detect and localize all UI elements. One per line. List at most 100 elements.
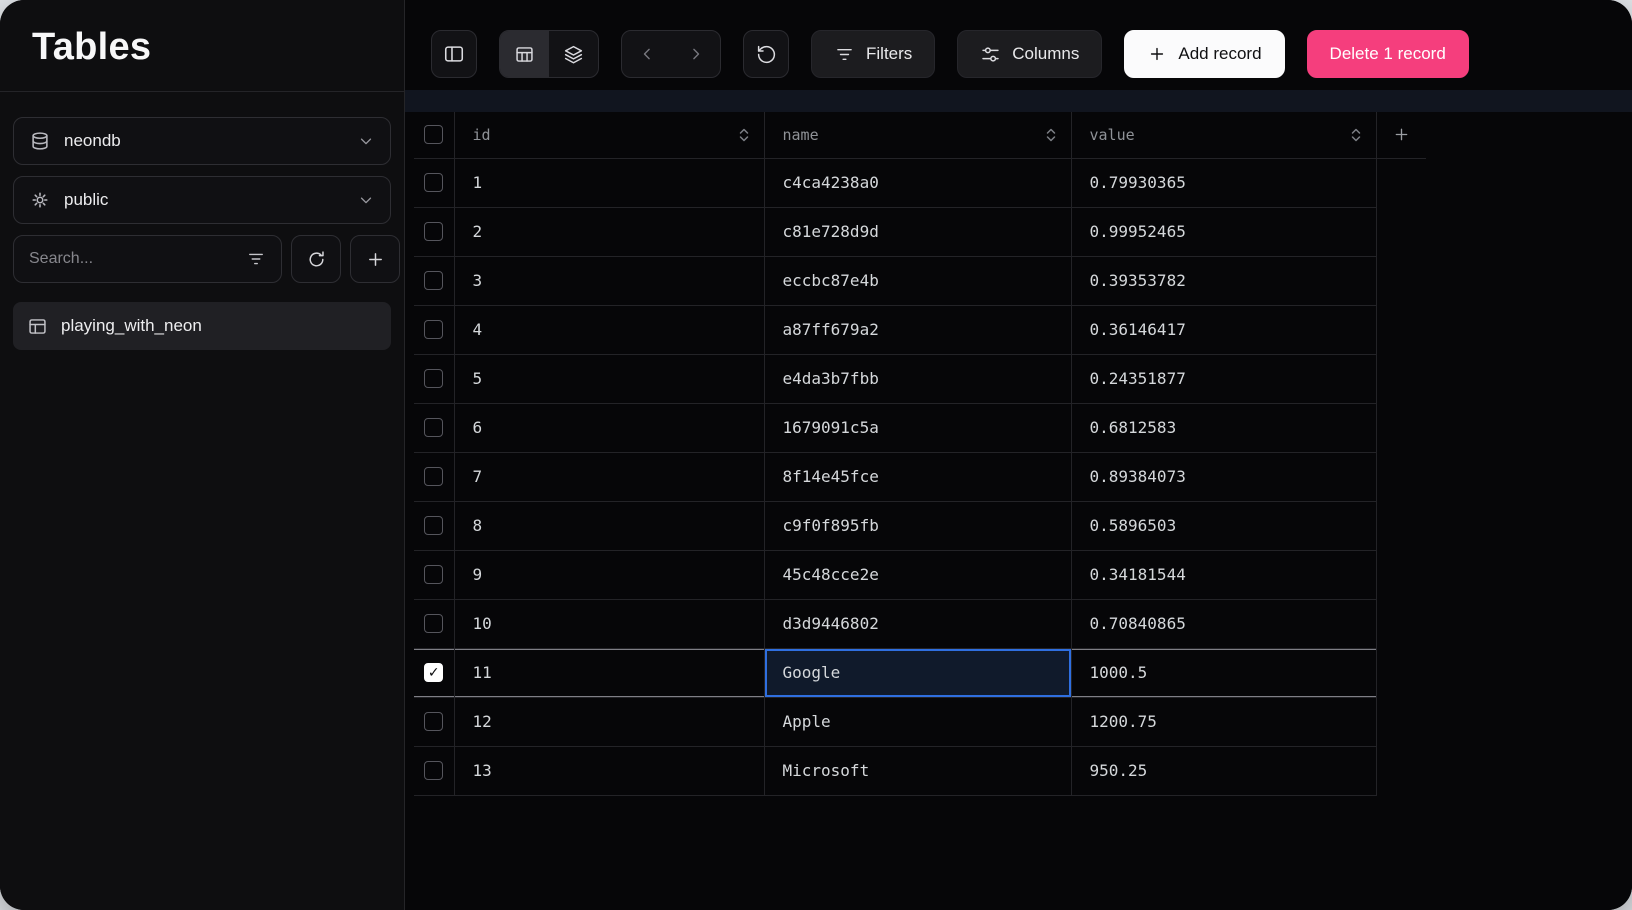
cell-name[interactable]: d3d9446802 (764, 599, 1071, 648)
history-button[interactable] (743, 30, 789, 78)
sort-icon (738, 127, 750, 143)
table-body: 1 c4ca4238a0 0.79930365 2 c81e728d9d 0.9… (414, 158, 1426, 795)
cell-value[interactable]: 0.39353782 (1071, 256, 1376, 305)
row-checkbox-cell[interactable] (414, 550, 454, 599)
table-row: 5 e4da3b7fbb 0.24351877 (414, 354, 1426, 403)
row-checkbox-cell[interactable] (414, 403, 454, 452)
delete-record-button[interactable]: Delete 1 record (1307, 30, 1469, 78)
add-record-button[interactable]: Add record (1124, 30, 1284, 78)
cell-name[interactable]: 8f14e45fce (764, 452, 1071, 501)
row-checkbox[interactable] (424, 271, 443, 290)
cell-name[interactable]: Apple (764, 697, 1071, 746)
cell-name[interactable]: eccbc87e4b (764, 256, 1071, 305)
row-checkbox-cell[interactable] (414, 256, 454, 305)
cell-value[interactable]: 0.6812583 (1071, 403, 1376, 452)
toolbar: Filters Columns Add record Delete 1 (405, 0, 1632, 78)
previous-page-button[interactable] (622, 31, 671, 77)
cell-name[interactable]: c4ca4238a0 (764, 158, 1071, 207)
row-checkbox-cell[interactable] (414, 697, 454, 746)
row-checkbox[interactable] (424, 418, 443, 437)
row-checkbox[interactable] (424, 222, 443, 241)
schema-selector[interactable]: public (13, 176, 391, 224)
cell-name[interactable]: c81e728d9d (764, 207, 1071, 256)
search-box (13, 235, 282, 283)
cell-id[interactable]: 13 (454, 746, 764, 795)
columns-button[interactable]: Columns (957, 30, 1102, 78)
row-checkbox-cell[interactable] (414, 207, 454, 256)
cell-id[interactable]: 6 (454, 403, 764, 452)
cell-value[interactable]: 950.25 (1071, 746, 1376, 795)
cell-id[interactable]: 9 (454, 550, 764, 599)
row-checkbox-cell[interactable] (414, 452, 454, 501)
filter-lines-icon (246, 249, 266, 269)
cell-id[interactable]: 12 (454, 697, 764, 746)
cell-name[interactable]: Microsoft (764, 746, 1071, 795)
cell-value[interactable]: 0.34181544 (1071, 550, 1376, 599)
add-column-button[interactable] (1376, 112, 1426, 158)
cell-name[interactable]: a87ff679a2 (764, 305, 1071, 354)
cell-id[interactable]: 10 (454, 599, 764, 648)
cell-name[interactable]: e4da3b7fbb (764, 354, 1071, 403)
row-checkbox-cell[interactable] (414, 158, 454, 207)
cell-value[interactable]: 1000.5 (1071, 648, 1376, 697)
cell-id[interactable]: 4 (454, 305, 764, 354)
column-header-name[interactable]: name (764, 112, 1071, 158)
row-checkbox-cell[interactable] (414, 599, 454, 648)
cell-id[interactable]: 5 (454, 354, 764, 403)
cell-id[interactable]: 8 (454, 501, 764, 550)
cell-id[interactable]: 7 (454, 452, 764, 501)
cell-value[interactable]: 0.36146417 (1071, 305, 1376, 354)
cell-value[interactable]: 0.99952465 (1071, 207, 1376, 256)
cell-spacer (1376, 403, 1426, 452)
column-header-id[interactable]: id (454, 112, 764, 158)
search-input[interactable] (29, 250, 236, 268)
cell-value[interactable]: 0.24351877 (1071, 354, 1376, 403)
row-checkbox[interactable] (424, 369, 443, 388)
cell-name[interactable]: 45c48cce2e (764, 550, 1071, 599)
row-checkbox[interactable] (424, 663, 443, 682)
row-checkbox[interactable] (424, 467, 443, 486)
cell-id[interactable]: 11 (454, 648, 764, 697)
table-row: 7 8f14e45fce 0.89384073 (414, 452, 1426, 501)
cell-name[interactable]: 1679091c5a (764, 403, 1071, 452)
collapse-sidebar-button[interactable] (431, 30, 477, 78)
select-all-cell[interactable] (414, 112, 454, 158)
column-header-value[interactable]: value (1071, 112, 1376, 158)
row-checkbox[interactable] (424, 516, 443, 535)
table-row: 11 Google 1000.5 (414, 648, 1426, 697)
add-table-button[interactable] (350, 235, 400, 283)
row-checkbox[interactable] (424, 173, 443, 192)
row-checkbox-cell[interactable] (414, 354, 454, 403)
cell-name[interactable]: c9f0f895fb (764, 501, 1071, 550)
row-checkbox-cell[interactable] (414, 305, 454, 354)
layers-view-button[interactable] (549, 31, 598, 77)
cell-spacer (1376, 648, 1426, 697)
cell-value[interactable]: 0.70840865 (1071, 599, 1376, 648)
filters-button[interactable]: Filters (811, 30, 935, 78)
row-checkbox-cell[interactable] (414, 746, 454, 795)
cell-value[interactable]: 0.5896503 (1071, 501, 1376, 550)
row-checkbox[interactable] (424, 614, 443, 633)
cell-name[interactable]: Google (764, 648, 1071, 697)
cell-id[interactable]: 2 (454, 207, 764, 256)
page-title: Tables (0, 0, 404, 91)
row-checkbox[interactable] (424, 565, 443, 584)
select-all-checkbox[interactable] (424, 125, 443, 144)
sidebar-table-item-playing-with-neon[interactable]: playing_with_neon (13, 302, 391, 350)
table-row: 2 c81e728d9d 0.99952465 (414, 207, 1426, 256)
cell-value[interactable]: 0.79930365 (1071, 158, 1376, 207)
cell-id[interactable]: 1 (454, 158, 764, 207)
cell-value[interactable]: 0.89384073 (1071, 452, 1376, 501)
grid-view-button[interactable] (500, 31, 549, 77)
cell-value[interactable]: 1200.75 (1071, 697, 1376, 746)
next-page-button[interactable] (671, 31, 720, 77)
row-checkbox[interactable] (424, 320, 443, 339)
refresh-button[interactable] (291, 235, 341, 283)
row-checkbox[interactable] (424, 761, 443, 780)
row-checkbox-cell[interactable] (414, 648, 454, 697)
table-row: 13 Microsoft 950.25 (414, 746, 1426, 795)
row-checkbox[interactable] (424, 712, 443, 731)
row-checkbox-cell[interactable] (414, 501, 454, 550)
cell-id[interactable]: 3 (454, 256, 764, 305)
database-selector[interactable]: neondb (13, 117, 391, 165)
